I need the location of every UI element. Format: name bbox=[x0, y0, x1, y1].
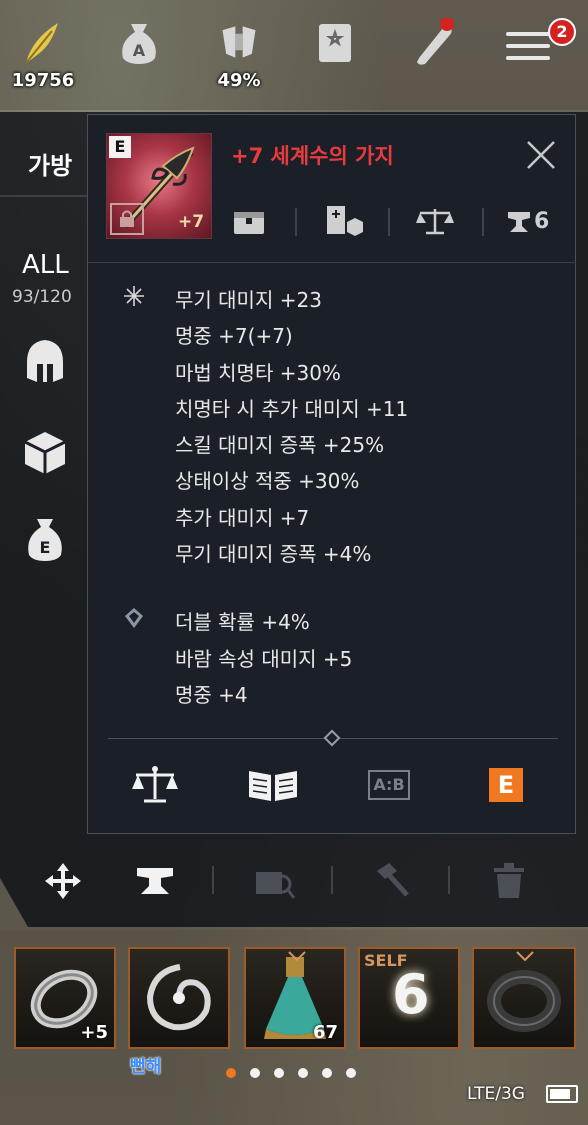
menu-bar bbox=[506, 32, 550, 36]
chest-icon[interactable] bbox=[232, 204, 266, 238]
enhance-level: +7 bbox=[178, 212, 205, 232]
scale-icon bbox=[132, 766, 178, 803]
player-name-tag: 뻔해 bbox=[130, 1057, 162, 1077]
move-icon[interactable] bbox=[40, 858, 86, 904]
codex-button[interactable] bbox=[247, 765, 299, 805]
hammer-icon bbox=[368, 858, 414, 904]
separator bbox=[448, 866, 450, 894]
battery-level bbox=[550, 1089, 571, 1099]
slot-label: 67 bbox=[312, 1022, 338, 1043]
hud-money-bag[interactable]: A bbox=[104, 18, 174, 66]
main-stat-line: 추가 대미지 +7 bbox=[175, 506, 310, 530]
quick-slot-ring[interactable]: +5 bbox=[14, 947, 116, 1049]
main-stat-line: 무기 대미지 +23 bbox=[175, 288, 322, 312]
separator bbox=[388, 208, 390, 236]
quick-slot-dark-ring[interactable] bbox=[472, 947, 576, 1049]
star-book-icon bbox=[313, 18, 357, 66]
separator bbox=[212, 866, 214, 894]
menu-bar bbox=[506, 56, 550, 60]
main-stat-line: 치명타 시 추가 대미지 +11 bbox=[175, 397, 409, 421]
item-grade-tag: E bbox=[109, 136, 131, 158]
battery-icon bbox=[546, 1085, 578, 1103]
feather-icon bbox=[21, 18, 65, 66]
main-stat-line: 스킬 대미지 증폭 +25% bbox=[175, 433, 385, 457]
menu-bar bbox=[506, 44, 550, 48]
main-stat-line: 마법 치명타 +30% bbox=[175, 361, 341, 385]
quick-slot-potion[interactable]: 67 bbox=[244, 947, 346, 1049]
compare-button[interactable] bbox=[132, 765, 178, 805]
vortex-icon bbox=[146, 964, 211, 1031]
page-indicator bbox=[226, 1068, 356, 1078]
sub-stat-line: 바람 속성 대미지 +5 bbox=[175, 647, 353, 671]
hud-star-book[interactable] bbox=[300, 18, 370, 66]
chevron-down-icon bbox=[515, 947, 535, 962]
scroll-icon bbox=[411, 18, 455, 66]
hud-scroll[interactable] bbox=[398, 18, 468, 66]
separator bbox=[331, 866, 333, 894]
ab-label: A:B bbox=[368, 770, 410, 800]
quick-slot-vortex[interactable] bbox=[128, 947, 230, 1049]
lock-icon[interactable] bbox=[110, 203, 144, 235]
svg-text:A: A bbox=[133, 41, 146, 60]
chevron-down-icon bbox=[287, 947, 307, 962]
self-buff-number: 6 bbox=[392, 963, 430, 1026]
e-badge: E bbox=[489, 768, 523, 802]
filter-all-tab[interactable]: ALL bbox=[22, 250, 69, 280]
inventory-title: 가방 bbox=[28, 152, 73, 180]
page-dot[interactable] bbox=[298, 1068, 308, 1078]
sub-stat-line: 명중 +4 bbox=[175, 683, 248, 707]
e-grade-button[interactable]: E bbox=[489, 765, 523, 805]
gem-icon bbox=[122, 606, 146, 630]
trash-icon bbox=[486, 858, 532, 904]
anvil-icon[interactable] bbox=[132, 858, 178, 904]
sparkle-icon bbox=[122, 284, 146, 308]
page-dot[interactable] bbox=[226, 1068, 236, 1078]
tooltip-header-divider bbox=[88, 262, 576, 263]
close-button[interactable] bbox=[522, 136, 560, 174]
book-icon bbox=[249, 771, 297, 801]
e-bag-icon[interactable]: E bbox=[22, 514, 68, 564]
anvil-count[interactable]: 6 bbox=[506, 204, 549, 238]
anvil-icon bbox=[508, 212, 530, 232]
slot-label: +5 bbox=[80, 1022, 108, 1043]
box-icon[interactable] bbox=[22, 428, 68, 478]
page-dot[interactable] bbox=[322, 1068, 332, 1078]
close-icon bbox=[527, 141, 555, 169]
network-status: LTE/3G bbox=[467, 1084, 525, 1104]
hud-weight[interactable]: 49% bbox=[204, 18, 274, 91]
quick-slot-self-buff[interactable]: SELF 6 bbox=[358, 947, 460, 1049]
page-dot[interactable] bbox=[346, 1068, 356, 1078]
svg-text:E: E bbox=[40, 538, 51, 557]
sidebar-divider bbox=[0, 195, 90, 197]
helmet-icon[interactable] bbox=[22, 336, 68, 386]
feather-count: 19756 bbox=[11, 70, 75, 91]
notification-badge: 2 bbox=[548, 18, 576, 46]
anvil-count-value: 6 bbox=[534, 208, 550, 234]
sub-stat-line: 더블 확률 +4% bbox=[175, 610, 310, 634]
separator bbox=[482, 208, 484, 236]
main-stat-line: 무기 대미지 증폭 +4% bbox=[175, 542, 372, 566]
page-dot[interactable] bbox=[250, 1068, 260, 1078]
weight-percent: 49% bbox=[217, 70, 261, 91]
inventory-count: 93/120 bbox=[12, 287, 72, 307]
weight-icon bbox=[217, 18, 261, 66]
separator bbox=[295, 208, 297, 236]
ab-compare-button[interactable]: A:B bbox=[368, 765, 410, 805]
item-name: +7 세계수의 가지 bbox=[231, 144, 394, 168]
hud-feather[interactable]: 19756 bbox=[8, 18, 78, 91]
money-bag-icon: A bbox=[117, 18, 161, 66]
page-dot[interactable] bbox=[274, 1068, 284, 1078]
dark-ring-icon bbox=[487, 970, 561, 1032]
search-box-icon bbox=[252, 858, 298, 904]
scale-icon[interactable] bbox=[416, 204, 454, 238]
storage-icon[interactable] bbox=[325, 204, 365, 238]
main-stat-line: 상태이상 적중 +30% bbox=[175, 469, 360, 493]
main-stat-line: 명중 +7(+7) bbox=[175, 324, 293, 348]
